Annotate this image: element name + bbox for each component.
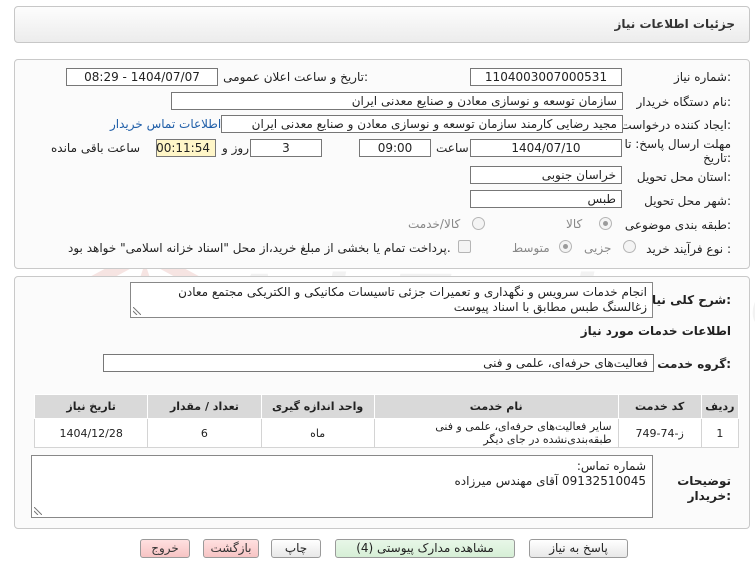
view-attachments-button[interactable]: مشاهده مدارک پیوستی (4) xyxy=(335,539,515,558)
page-header: جزئیات اطلاعات نیاز xyxy=(14,6,750,43)
col-row-number: ردیف xyxy=(700,394,740,419)
remaining-time-field: 00:11:54 xyxy=(156,139,216,157)
row-number-cell: 1 xyxy=(700,418,740,448)
buyer-contact-link[interactable]: اطلاعات تماس خریدار xyxy=(110,117,221,131)
purchase-option-medium: متوسط xyxy=(512,241,550,255)
requester-field: مجید رضایی کارمند سازمان توسعه و نوسازی … xyxy=(221,115,623,133)
purchase-radio-medium[interactable] xyxy=(559,240,572,253)
deadline-days-label: روز و xyxy=(222,141,249,155)
announce-datetime-label: تاریخ و ساعت اعلان عمومی: xyxy=(223,70,368,84)
need-number-field: 1104003007000531 xyxy=(470,68,622,86)
requester-label: ایجاد کننده درخواست: xyxy=(620,118,731,132)
quantity-cell: 6 xyxy=(147,418,262,448)
back-button[interactable]: بازگشت xyxy=(203,539,259,558)
deadline-days-field: 3 xyxy=(250,139,322,157)
purchase-radio-minor[interactable] xyxy=(623,240,636,253)
services-section-title: اطلاعات خدمات مورد نیاز xyxy=(580,324,731,338)
service-name-cell: سایر فعالیت‌های حرفه‌ای، علمی و فنی طبقه… xyxy=(373,418,619,448)
treasury-payment-checkbox[interactable] xyxy=(458,240,471,253)
buyer-notes-label-line1: توضیحات xyxy=(677,474,731,488)
description-label: شرح کلی نیاز: xyxy=(645,293,731,307)
description-textarea[interactable]: انجام خدمات سرویس و نگهداری و تعمیرات جز… xyxy=(130,282,653,318)
need-info-panel xyxy=(14,59,750,269)
reply-to-need-button[interactable]: پاسخ به نیاز xyxy=(529,539,628,558)
table-row: 1 ز-74-749 سایر فعالیت‌های حرفه‌ای، علمی… xyxy=(33,418,740,448)
buyer-notes-line2: 09132510045 آقای مهندس میرزاده xyxy=(454,474,646,488)
buyer-notes-line1: شماره تماس: xyxy=(576,459,646,473)
deadline-label-line2: تاریخ: xyxy=(703,151,731,165)
need-number-label: شماره نیاز: xyxy=(673,70,731,84)
col-quantity: تعداد / مقدار xyxy=(147,394,262,419)
service-code-cell: ز-74-749 xyxy=(617,418,702,448)
col-service-name: نام خدمت xyxy=(373,394,619,419)
category-option-goods: کالا xyxy=(566,217,583,231)
category-radio-goods[interactable] xyxy=(599,217,612,230)
treasury-payment-note: پرداخت تمام یا بخشی از مبلغ خرید،از محل … xyxy=(68,241,451,255)
purchase-type-label: نوع فرآیند خرید : xyxy=(646,242,731,256)
buyer-org-field: سازمان توسعه و نوسازی معادن و صنایع معدن… xyxy=(171,92,623,110)
deadline-date-field: 1404/07/10 xyxy=(470,139,622,157)
description-text: انجام خدمات سرویس و نگهداری و تعمیرات جز… xyxy=(178,285,647,314)
services-table: ردیف کد خدمت نام خدمت واحد اندازه گیری ت… xyxy=(33,394,740,448)
exit-button[interactable]: خروج xyxy=(140,539,190,558)
table-header-row: ردیف کد خدمت نام خدمت واحد اندازه گیری ت… xyxy=(33,394,740,419)
col-service-code: کد خدمت xyxy=(617,394,702,419)
announce-datetime-field: 1404/07/07 - 08:29 xyxy=(66,68,218,86)
resize-handle-icon[interactable] xyxy=(133,307,141,315)
province-label: استان محل تحویل: xyxy=(636,170,731,184)
buyer-notes-textarea[interactable]: شماره تماس: 09132510045 آقای مهندس میرزا… xyxy=(31,455,653,518)
need-date-cell: 1404/12/28 xyxy=(33,418,149,448)
deadline-time-field: 09:00 xyxy=(359,139,431,157)
service-group-label: گروه خدمت: xyxy=(657,357,731,371)
resize-handle-icon[interactable] xyxy=(34,507,42,515)
page-title: جزئیات اطلاعات نیاز xyxy=(614,17,735,31)
deadline-time-label: ساعت xyxy=(436,141,469,155)
col-unit: واحد اندازه گیری xyxy=(260,394,375,419)
buyer-notes-label-line2: خریدار: xyxy=(687,489,731,503)
print-button[interactable]: چاپ xyxy=(271,539,321,558)
service-group-field: فعالیت‌های حرفه‌ای، علمی و فنی xyxy=(103,354,654,372)
unit-cell: ماه xyxy=(260,418,375,448)
city-field: طبس xyxy=(470,190,622,208)
province-field: خراسان جنوبی xyxy=(470,166,622,184)
category-radio-goods-service[interactable] xyxy=(472,217,485,230)
category-label: طبقه بندی موضوعی: xyxy=(624,218,731,232)
category-option-goods-service: کالا/خدمت xyxy=(408,217,461,231)
deadline-label-line1: مهلت ارسال پاسخ: تا xyxy=(624,137,731,151)
remaining-time-label: ساعت باقی مانده xyxy=(51,141,141,155)
col-need-date: تاریخ نیاز xyxy=(33,394,149,419)
buyer-org-label: نام دستگاه خریدار: xyxy=(636,95,732,109)
city-label: شهر محل تحویل: xyxy=(644,194,731,208)
purchase-option-minor: جزیی xyxy=(584,241,612,255)
